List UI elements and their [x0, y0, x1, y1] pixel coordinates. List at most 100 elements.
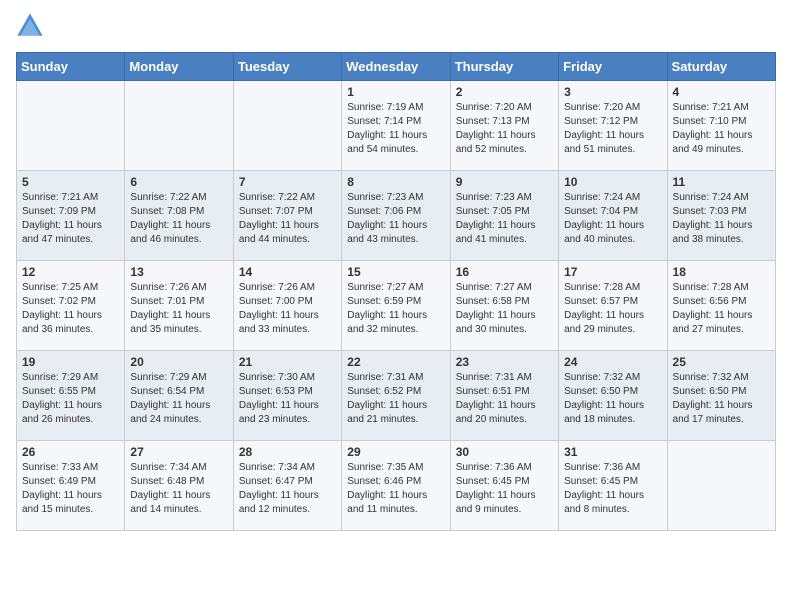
- calendar-cell: [233, 81, 341, 171]
- day-number: 22: [347, 355, 444, 369]
- calendar-cell: [17, 81, 125, 171]
- day-info: Sunrise: 7:20 AM Sunset: 7:13 PM Dayligh…: [456, 101, 553, 157]
- day-info: Sunrise: 7:27 AM Sunset: 6:58 PM Dayligh…: [456, 281, 553, 337]
- day-number: 6: [130, 175, 227, 189]
- calendar-cell: 11 Sunrise: 7:24 AM Sunset: 7:03 PM Dayli…: [667, 171, 775, 261]
- day-info: Sunrise: 7:29 AM Sunset: 6:55 PM Dayligh…: [22, 371, 119, 427]
- day-number: 27: [130, 445, 227, 459]
- calendar-cell: 12Sunrise: 7:25 AM Sunset: 7:02 PM Dayli…: [17, 261, 125, 351]
- header-saturday: Saturday: [667, 53, 775, 81]
- calendar-cell: 25 Sunrise: 7:32 AM Sunset: 6:50 PM Dayli…: [667, 351, 775, 441]
- day-number: 9: [456, 175, 553, 189]
- calendar-cell: 1Sunrise: 7:19 AM Sunset: 7:14 PM Daylig…: [342, 81, 450, 171]
- logo-icon: [16, 12, 44, 40]
- header-sunday: Sunday: [17, 53, 125, 81]
- day-number: 30: [456, 445, 553, 459]
- calendar-cell: 14 Sunrise: 7:26 AM Sunset: 7:00 PM Dayli…: [233, 261, 341, 351]
- day-info: Sunrise: 7:36 AM Sunset: 6:45 PM Dayligh…: [456, 461, 553, 517]
- calendar-cell: 6 Sunrise: 7:22 AM Sunset: 7:08 PM Daylig…: [125, 171, 233, 261]
- day-info: Sunrise: 7:30 AM Sunset: 6:53 PM Dayligh…: [239, 371, 336, 427]
- day-number: 17: [564, 265, 661, 279]
- day-info: Sunrise: 7:29 AM Sunset: 6:54 PM Dayligh…: [130, 371, 227, 427]
- day-info: Sunrise: 7:26 AM Sunset: 7:01 PM Dayligh…: [130, 281, 227, 337]
- calendar-cell: 27 Sunrise: 7:34 AM Sunset: 6:48 PM Dayli…: [125, 441, 233, 531]
- calendar-cell: 15 Sunrise: 7:27 AM Sunset: 6:59 PM Dayli…: [342, 261, 450, 351]
- calendar-cell: [667, 441, 775, 531]
- day-info: Sunrise: 7:28 AM Sunset: 6:57 PM Dayligh…: [564, 281, 661, 337]
- day-number: 8: [347, 175, 444, 189]
- day-info: Sunrise: 7:34 AM Sunset: 6:47 PM Dayligh…: [239, 461, 336, 517]
- page-header: [16, 16, 776, 40]
- week-row-3: 19 Sunrise: 7:29 AM Sunset: 6:55 PM Dayli…: [17, 351, 776, 441]
- day-number: 12: [22, 265, 119, 279]
- calendar-cell: 16 Sunrise: 7:27 AM Sunset: 6:58 PM Dayli…: [450, 261, 558, 351]
- calendar-table: SundayMondayTuesdayWednesdayThursdayFrid…: [16, 52, 776, 531]
- calendar-cell: 21 Sunrise: 7:30 AM Sunset: 6:53 PM Dayli…: [233, 351, 341, 441]
- header-wednesday: Wednesday: [342, 53, 450, 81]
- day-number: 26: [22, 445, 119, 459]
- day-number: 19: [22, 355, 119, 369]
- calendar-cell: 2Sunrise: 7:20 AM Sunset: 7:13 PM Daylig…: [450, 81, 558, 171]
- week-row-1: 5 Sunrise: 7:21 AM Sunset: 7:09 PM Daylig…: [17, 171, 776, 261]
- calendar-cell: 8 Sunrise: 7:23 AM Sunset: 7:06 PM Daylig…: [342, 171, 450, 261]
- calendar-cell: 3 Sunrise: 7:20 AM Sunset: 7:12 PM Daylig…: [559, 81, 667, 171]
- calendar-cell: 13 Sunrise: 7:26 AM Sunset: 7:01 PM Dayli…: [125, 261, 233, 351]
- calendar-cell: 9 Sunrise: 7:23 AM Sunset: 7:05 PM Daylig…: [450, 171, 558, 261]
- week-row-2: 12Sunrise: 7:25 AM Sunset: 7:02 PM Dayli…: [17, 261, 776, 351]
- calendar-cell: 4Sunrise: 7:21 AM Sunset: 7:10 PM Daylig…: [667, 81, 775, 171]
- calendar-cell: 20 Sunrise: 7:29 AM Sunset: 6:54 PM Dayli…: [125, 351, 233, 441]
- day-number: 20: [130, 355, 227, 369]
- calendar-cell: 7 Sunrise: 7:22 AM Sunset: 7:07 PM Daylig…: [233, 171, 341, 261]
- day-info: Sunrise: 7:36 AM Sunset: 6:45 PM Dayligh…: [564, 461, 661, 517]
- day-info: Sunrise: 7:20 AM Sunset: 7:12 PM Dayligh…: [564, 101, 661, 157]
- day-info: Sunrise: 7:22 AM Sunset: 7:07 PM Dayligh…: [239, 191, 336, 247]
- day-number: 21: [239, 355, 336, 369]
- day-info: Sunrise: 7:24 AM Sunset: 7:03 PM Dayligh…: [673, 191, 770, 247]
- day-info: Sunrise: 7:34 AM Sunset: 6:48 PM Dayligh…: [130, 461, 227, 517]
- day-info: Sunrise: 7:31 AM Sunset: 6:52 PM Dayligh…: [347, 371, 444, 427]
- calendar-cell: 28 Sunrise: 7:34 AM Sunset: 6:47 PM Dayli…: [233, 441, 341, 531]
- day-number: 25: [673, 355, 770, 369]
- day-number: 29: [347, 445, 444, 459]
- day-info: Sunrise: 7:26 AM Sunset: 7:00 PM Dayligh…: [239, 281, 336, 337]
- header-monday: Monday: [125, 53, 233, 81]
- day-info: Sunrise: 7:27 AM Sunset: 6:59 PM Dayligh…: [347, 281, 444, 337]
- day-info: Sunrise: 7:24 AM Sunset: 7:04 PM Dayligh…: [564, 191, 661, 247]
- calendar-cell: 26Sunrise: 7:33 AM Sunset: 6:49 PM Dayli…: [17, 441, 125, 531]
- day-number: 15: [347, 265, 444, 279]
- day-number: 7: [239, 175, 336, 189]
- day-number: 3: [564, 85, 661, 99]
- day-info: Sunrise: 7:21 AM Sunset: 7:09 PM Dayligh…: [22, 191, 119, 247]
- day-number: 13: [130, 265, 227, 279]
- logo: [16, 16, 48, 40]
- day-number: 28: [239, 445, 336, 459]
- day-info: Sunrise: 7:23 AM Sunset: 7:05 PM Dayligh…: [456, 191, 553, 247]
- calendar-cell: 31 Sunrise: 7:36 AM Sunset: 6:45 PM Dayli…: [559, 441, 667, 531]
- day-info: Sunrise: 7:32 AM Sunset: 6:50 PM Dayligh…: [564, 371, 661, 427]
- calendar-cell: 17 Sunrise: 7:28 AM Sunset: 6:57 PM Dayli…: [559, 261, 667, 351]
- calendar-cell: [125, 81, 233, 171]
- header-thursday: Thursday: [450, 53, 558, 81]
- calendar-cell: 19 Sunrise: 7:29 AM Sunset: 6:55 PM Dayli…: [17, 351, 125, 441]
- day-info: Sunrise: 7:19 AM Sunset: 7:14 PM Dayligh…: [347, 101, 444, 157]
- day-info: Sunrise: 7:22 AM Sunset: 7:08 PM Dayligh…: [130, 191, 227, 247]
- calendar-cell: 18Sunrise: 7:28 AM Sunset: 6:56 PM Dayli…: [667, 261, 775, 351]
- day-info: Sunrise: 7:35 AM Sunset: 6:46 PM Dayligh…: [347, 461, 444, 517]
- week-row-0: 1Sunrise: 7:19 AM Sunset: 7:14 PM Daylig…: [17, 81, 776, 171]
- day-number: 14: [239, 265, 336, 279]
- day-number: 11: [673, 175, 770, 189]
- day-info: Sunrise: 7:32 AM Sunset: 6:50 PM Dayligh…: [673, 371, 770, 427]
- day-number: 4: [673, 85, 770, 99]
- day-number: 31: [564, 445, 661, 459]
- day-number: 24: [564, 355, 661, 369]
- day-number: 5: [22, 175, 119, 189]
- header-tuesday: Tuesday: [233, 53, 341, 81]
- day-number: 16: [456, 265, 553, 279]
- calendar-cell: 22 Sunrise: 7:31 AM Sunset: 6:52 PM Dayli…: [342, 351, 450, 441]
- calendar-cell: 29 Sunrise: 7:35 AM Sunset: 6:46 PM Dayli…: [342, 441, 450, 531]
- day-number: 10: [564, 175, 661, 189]
- calendar-cell: 24 Sunrise: 7:32 AM Sunset: 6:50 PM Dayli…: [559, 351, 667, 441]
- day-info: Sunrise: 7:31 AM Sunset: 6:51 PM Dayligh…: [456, 371, 553, 427]
- day-number: 18: [673, 265, 770, 279]
- day-info: Sunrise: 7:23 AM Sunset: 7:06 PM Dayligh…: [347, 191, 444, 247]
